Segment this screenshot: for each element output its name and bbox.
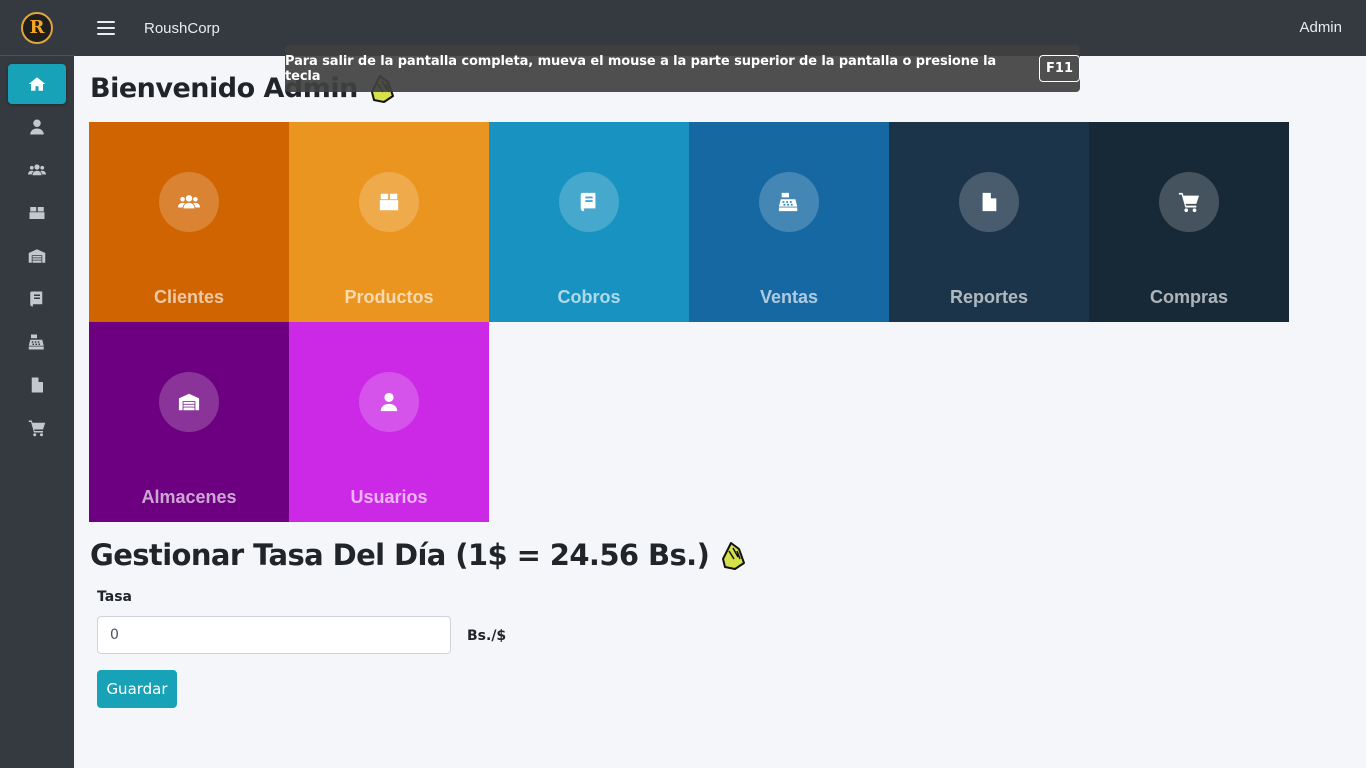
module-tiles: Clientes Productos Cobros Ventas Reporte… xyxy=(89,122,1289,522)
tile-label: Almacenes xyxy=(141,487,237,507)
warehouse-icon xyxy=(28,249,46,263)
rate-unit-label: Bs./$ xyxy=(467,628,507,644)
tile-label: Clientes xyxy=(153,287,225,307)
tile-icon-circle xyxy=(759,172,819,232)
file-icon xyxy=(31,377,43,393)
app-logo[interactable]: R xyxy=(21,11,53,44)
file-icon xyxy=(982,192,997,212)
rate-field-label: Tasa xyxy=(97,589,132,605)
cash-register-icon xyxy=(28,334,44,350)
tile-almacenes[interactable]: Almacenes xyxy=(89,322,289,522)
user-menu[interactable]: Admin xyxy=(1299,19,1342,36)
tile-icon-circle xyxy=(359,372,419,432)
tile-icon-circle xyxy=(359,172,419,232)
sidebar-item-reports[interactable] xyxy=(8,365,66,405)
book-icon xyxy=(580,192,596,212)
waving-hand-icon xyxy=(722,542,746,570)
cart-icon xyxy=(1178,192,1200,213)
tile-label: Reportes xyxy=(949,287,1029,307)
cart-icon xyxy=(28,420,46,437)
users-icon xyxy=(178,195,200,209)
tile-icon-circle xyxy=(159,372,219,432)
sidebar-item-home[interactable] xyxy=(8,64,66,104)
menu-toggle-icon[interactable] xyxy=(97,21,115,35)
tile-usuarios[interactable]: Usuarios xyxy=(289,322,489,522)
sidebar-item-user[interactable] xyxy=(8,107,66,147)
warehouse-icon xyxy=(178,393,200,411)
tile-label: Productos xyxy=(344,287,434,307)
tile-label: Cobros xyxy=(557,287,621,307)
tile-productos[interactable]: Productos xyxy=(289,122,489,322)
user-icon xyxy=(380,392,398,412)
sidebar-item-sales[interactable] xyxy=(8,322,66,362)
brand-link[interactable]: RoushCorp xyxy=(144,20,220,37)
cash-register-icon xyxy=(778,192,798,212)
tile-icon-circle xyxy=(1159,172,1219,232)
fullscreen-notice-text: Para salir de la pantalla completa, muev… xyxy=(285,53,997,84)
tile-label: Usuarios xyxy=(350,487,428,507)
logo-area: R xyxy=(0,0,74,56)
tile-icon-circle xyxy=(959,172,1019,232)
tile-icon-circle xyxy=(559,172,619,232)
sidebar: R xyxy=(0,0,74,768)
book-icon xyxy=(30,291,43,307)
box-icon xyxy=(379,193,399,211)
tile-reportes[interactable]: Reportes xyxy=(889,122,1089,322)
users-icon xyxy=(28,164,46,176)
tile-label: Ventas xyxy=(759,287,819,307)
tile-cobros[interactable]: Cobros xyxy=(489,122,689,322)
tile-ventas[interactable]: Ventas xyxy=(689,122,889,322)
tile-clientes[interactable]: Clientes xyxy=(89,122,289,322)
f11-key-badge: F11 xyxy=(1039,55,1080,82)
box-icon xyxy=(29,207,45,219)
rate-input[interactable] xyxy=(97,616,451,654)
tile-compras[interactable]: Compras xyxy=(1089,122,1289,322)
sidebar-item-purchases[interactable] xyxy=(8,408,66,448)
sidebar-item-warehouse[interactable] xyxy=(8,236,66,276)
sidebar-item-collections[interactable] xyxy=(8,279,66,319)
sidebar-item-users[interactable] xyxy=(8,150,66,190)
save-button[interactable]: Guardar xyxy=(97,670,177,708)
sidebar-nav xyxy=(0,56,74,448)
home-icon xyxy=(28,77,46,91)
rate-title-text: Gestionar Tasa Del Día (1$ = 24.56 Bs.) xyxy=(90,538,710,572)
tile-label: Compras xyxy=(1149,287,1229,307)
tile-icon-circle xyxy=(159,172,219,232)
fullscreen-notice: Para salir de la pantalla completa, muev… xyxy=(285,45,1080,92)
rate-section-title: Gestionar Tasa Del Día (1$ = 24.56 Bs.) xyxy=(90,538,747,572)
sidebar-item-products[interactable] xyxy=(8,193,66,233)
user-icon xyxy=(30,119,44,135)
